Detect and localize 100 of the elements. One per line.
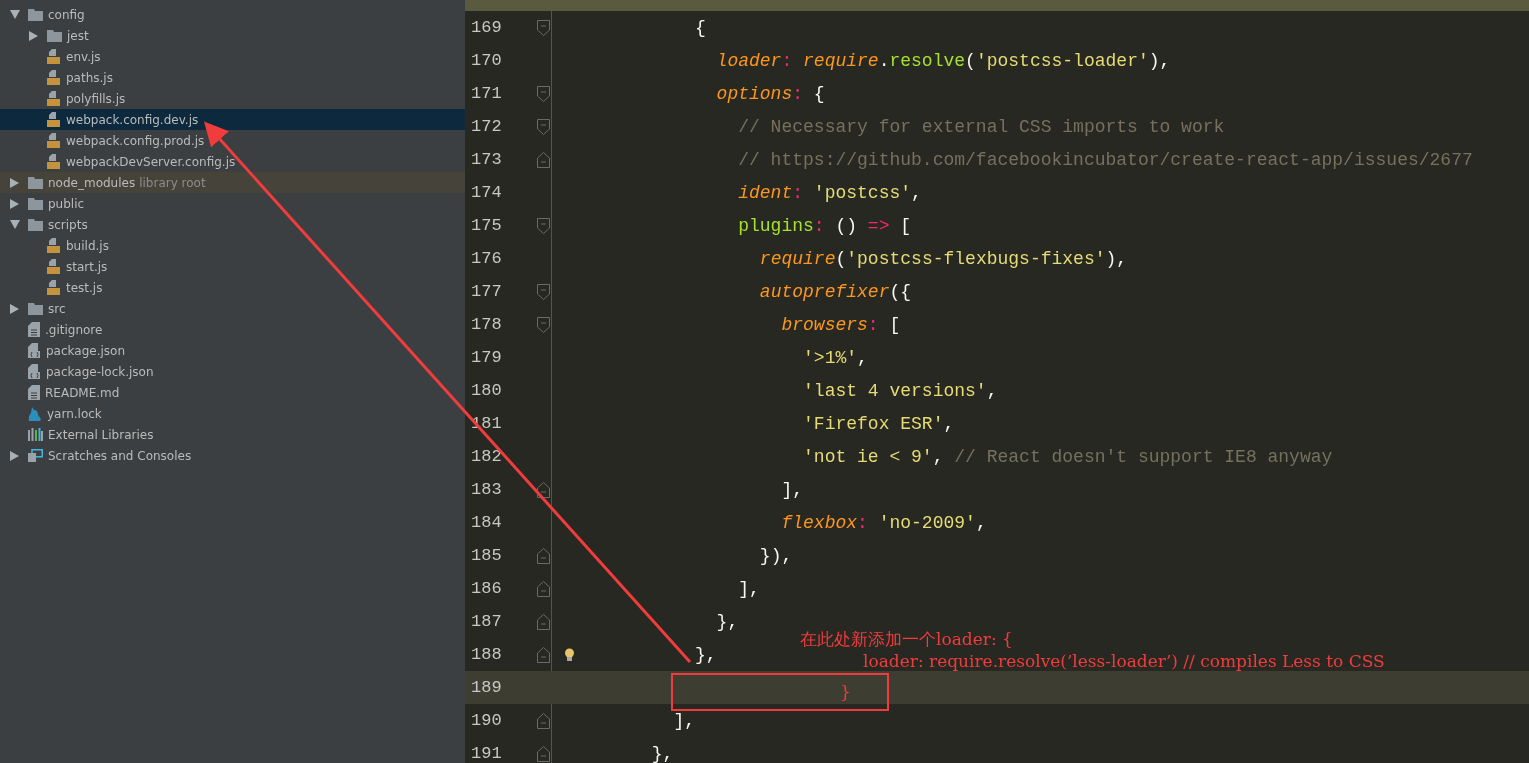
code-token: ),: [1105, 248, 1128, 269]
code-token: require: [803, 50, 879, 71]
code-token: ],: [738, 578, 760, 599]
fold-marker-icon[interactable]: [537, 613, 550, 630]
tree-item-label: jest: [67, 28, 89, 43]
text-file-icon: [28, 322, 40, 337]
collapsed-arrow-icon[interactable]: [10, 450, 19, 461]
fold-marker-icon[interactable]: [537, 580, 550, 597]
code-token: ident: [738, 182, 793, 203]
js-file-icon: [47, 259, 61, 274]
fold-marker-icon[interactable]: [537, 217, 550, 234]
code-token: 'last 4 versions': [803, 380, 987, 401]
tree-row[interactable]: yarn.lock: [0, 403, 465, 424]
fold-marker-icon[interactable]: [537, 712, 550, 729]
annotation-text: loader: require.resolve(’less-loader’) // compiles Less to CSS: [863, 651, 1385, 671]
tree-item-label: External Libraries: [48, 427, 154, 442]
collapsed-arrow-icon[interactable]: [10, 303, 19, 314]
line-number: 183: [470, 480, 503, 499]
code-token: {: [695, 17, 706, 38]
tree-row[interactable]: start.js: [0, 256, 465, 277]
tree-row[interactable]: README.md: [0, 382, 465, 403]
collapsed-arrow-icon[interactable]: [10, 198, 19, 209]
code-token: // https://github.com/facebookincubator/create-react-app/issues/2677: [738, 149, 1473, 170]
code-token: autoprefixer: [759, 281, 890, 302]
annotation-text: }: [840, 682, 851, 702]
folder-icon: [28, 302, 43, 315]
line-number: 174: [470, 183, 503, 202]
tree-row[interactable]: test.js: [0, 277, 465, 298]
code-token: ({: [889, 281, 912, 302]
fold-marker-icon[interactable]: [537, 118, 550, 135]
tree-row[interactable]: External Libraries: [0, 424, 465, 445]
fold-marker-icon[interactable]: [537, 547, 550, 564]
text-file-icon: [28, 385, 40, 400]
js-file-icon: [47, 91, 61, 106]
tree-row[interactable]: node_modules library root: [0, 172, 465, 193]
code-token: browsers: [781, 314, 868, 335]
fold-marker-icon[interactable]: [537, 646, 550, 663]
tree-row[interactable]: .gitignore: [0, 319, 465, 340]
code-token: 'no-2009': [878, 512, 976, 533]
tree-item-label: webpackDevServer.config.js: [66, 154, 236, 169]
tree-item-label: config: [48, 7, 85, 22]
collapsed-arrow-icon[interactable]: [10, 177, 19, 188]
tree-row[interactable]: webpack.config.prod.js: [0, 130, 465, 151]
code-token: ,: [932, 446, 945, 467]
line-number: 184: [470, 513, 503, 532]
fold-marker-icon[interactable]: [537, 85, 550, 102]
tree-row[interactable]: package-lock.json: [0, 361, 465, 382]
fold-marker-icon[interactable]: [537, 316, 550, 333]
fold-marker-icon[interactable]: [537, 745, 550, 762]
code-token: },: [716, 611, 739, 632]
code-token: ,: [986, 380, 998, 401]
line-number: 190: [470, 711, 503, 730]
tree-row[interactable]: webpackDevServer.config.js: [0, 151, 465, 172]
tree-row[interactable]: polyfills.js: [0, 88, 465, 109]
tree-row[interactable]: paths.js: [0, 67, 465, 88]
tree-row[interactable]: Scratches and Consoles: [0, 445, 465, 466]
tree-item-label: env.js: [66, 49, 101, 64]
fold-marker-icon[interactable]: [537, 19, 550, 36]
code-token: },: [695, 644, 717, 665]
lightbulb-icon[interactable]: [563, 647, 575, 662]
tree-row[interactable]: src: [0, 298, 465, 319]
line-number: 189: [470, 678, 503, 697]
tree-item-label: node_modules: [48, 175, 136, 190]
tree-item-label: build.js: [66, 238, 109, 253]
tree-row[interactable]: public: [0, 193, 465, 214]
tree-row[interactable]: scripts: [0, 214, 465, 235]
code-token: flexbox: [781, 512, 858, 533]
fold-marker-icon[interactable]: [537, 283, 550, 300]
code-token: '>1%': [803, 347, 858, 368]
code-token: 'postcss-flexbugs-fixes': [846, 248, 1106, 269]
line-number: 182: [470, 447, 503, 466]
folder-icon: [28, 197, 43, 210]
code-token: :: [792, 83, 805, 104]
code-token: [: [899, 215, 912, 236]
code-token: :: [813, 215, 826, 236]
tree-item-label: src: [48, 301, 66, 316]
line-number: 172: [470, 117, 503, 136]
tree-row[interactable]: jest: [0, 25, 465, 46]
fold-marker-icon[interactable]: [537, 151, 550, 168]
tree-row[interactable]: package.json: [0, 340, 465, 361]
expanded-arrow-icon[interactable]: [10, 220, 20, 229]
js-file-icon: [47, 280, 61, 295]
tree-row[interactable]: build.js: [0, 235, 465, 256]
line-number: 177: [470, 282, 503, 301]
line-number: 173: [470, 150, 503, 169]
collapsed-arrow-icon[interactable]: [29, 30, 38, 41]
code-token: resolve: [889, 50, 966, 71]
folder-icon: [28, 218, 43, 231]
tree-item-label: webpack.config.dev.js: [66, 112, 199, 127]
tree-item-label: start.js: [66, 259, 108, 274]
tree-row[interactable]: webpack.config.dev.js: [0, 109, 465, 130]
line-number: 170: [470, 51, 503, 70]
code-token: ,: [857, 347, 868, 368]
folder-icon: [47, 29, 62, 42]
tree-row[interactable]: env.js: [0, 46, 465, 67]
code-token: 'postcss': [813, 182, 912, 203]
code-token: :: [792, 182, 805, 203]
expanded-arrow-icon[interactable]: [10, 10, 20, 19]
tree-row[interactable]: config: [0, 4, 465, 25]
tree-item-label: test.js: [66, 280, 103, 295]
